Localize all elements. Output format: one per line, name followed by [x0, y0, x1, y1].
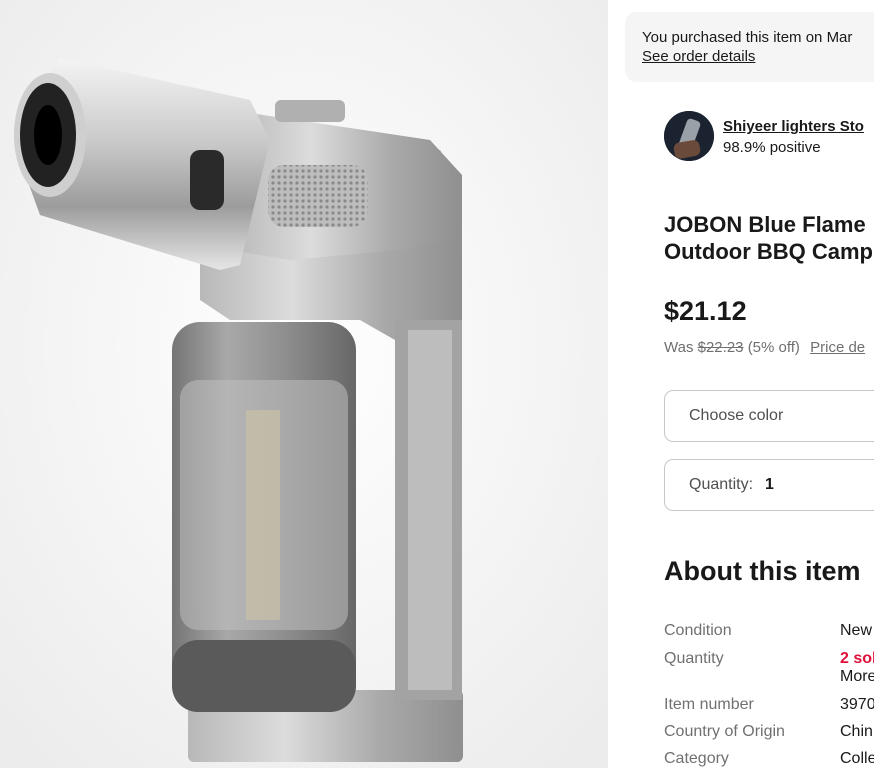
- spec-value-category[interactable]: Colle: [840, 750, 874, 768]
- see-order-details-link[interactable]: See order details: [642, 47, 874, 66]
- product-image: [0, 0, 608, 768]
- spec-value-item-number: 3970: [840, 696, 874, 713]
- spec-label-quantity: Quantity: [664, 650, 724, 667]
- price-details-link[interactable]: Price de: [810, 339, 865, 356]
- spec-value-condition: New: [840, 622, 873, 639]
- spec-label-condition: Condition: [664, 622, 732, 639]
- item-title-line-2: Outdoor BBQ Camp: [664, 239, 873, 264]
- quantity-label: Quantity:: [689, 476, 754, 493]
- item-price: $21.12: [664, 296, 747, 326]
- was-label: Was: [664, 339, 694, 356]
- spec-value-quantity-more: More: [840, 668, 874, 685]
- quantity-value[interactable]: 1: [765, 476, 774, 494]
- item-title: JOBON Blue Flame Outdoor BBQ Camp: [664, 211, 873, 265]
- purchase-notice: You purchased this item on Mar See order…: [625, 12, 874, 82]
- spec-value-quantity-sold[interactable]: 2 sol: [840, 650, 874, 668]
- seller-feedback-rating: 98.9% positive: [723, 139, 821, 156]
- product-details-panel: You purchased this item on Mar See order…: [608, 0, 874, 768]
- seller-name-link[interactable]: Shiyeer lighters Sto: [723, 118, 864, 135]
- spec-label-country: Country of Origin: [664, 723, 785, 740]
- product-image-gallery[interactable]: [0, 0, 608, 768]
- was-price: $22.23: [697, 339, 744, 356]
- seller-avatar[interactable]: [664, 111, 714, 161]
- spec-label-item-number: Item number: [664, 696, 754, 713]
- item-title-line-1: JOBON Blue Flame: [664, 212, 866, 237]
- quantity-field[interactable]: Quantity: 1: [664, 459, 874, 511]
- color-select[interactable]: Choose color: [664, 390, 874, 442]
- was-price-row: Was $22.23 (5% off) Price de: [664, 339, 865, 356]
- seller-avatar-image: [664, 111, 714, 161]
- seller-info: Shiyeer lighters Sto 98.9% positive: [664, 110, 874, 162]
- discount-percent: (5% off): [747, 339, 800, 356]
- color-select-placeholder: Choose color: [689, 407, 784, 424]
- about-heading: About this item: [664, 556, 861, 586]
- spec-label-category: Category: [664, 750, 729, 767]
- purchase-notice-text: You purchased this item on Mar: [642, 29, 853, 46]
- spec-value-country: Chin: [840, 723, 873, 740]
